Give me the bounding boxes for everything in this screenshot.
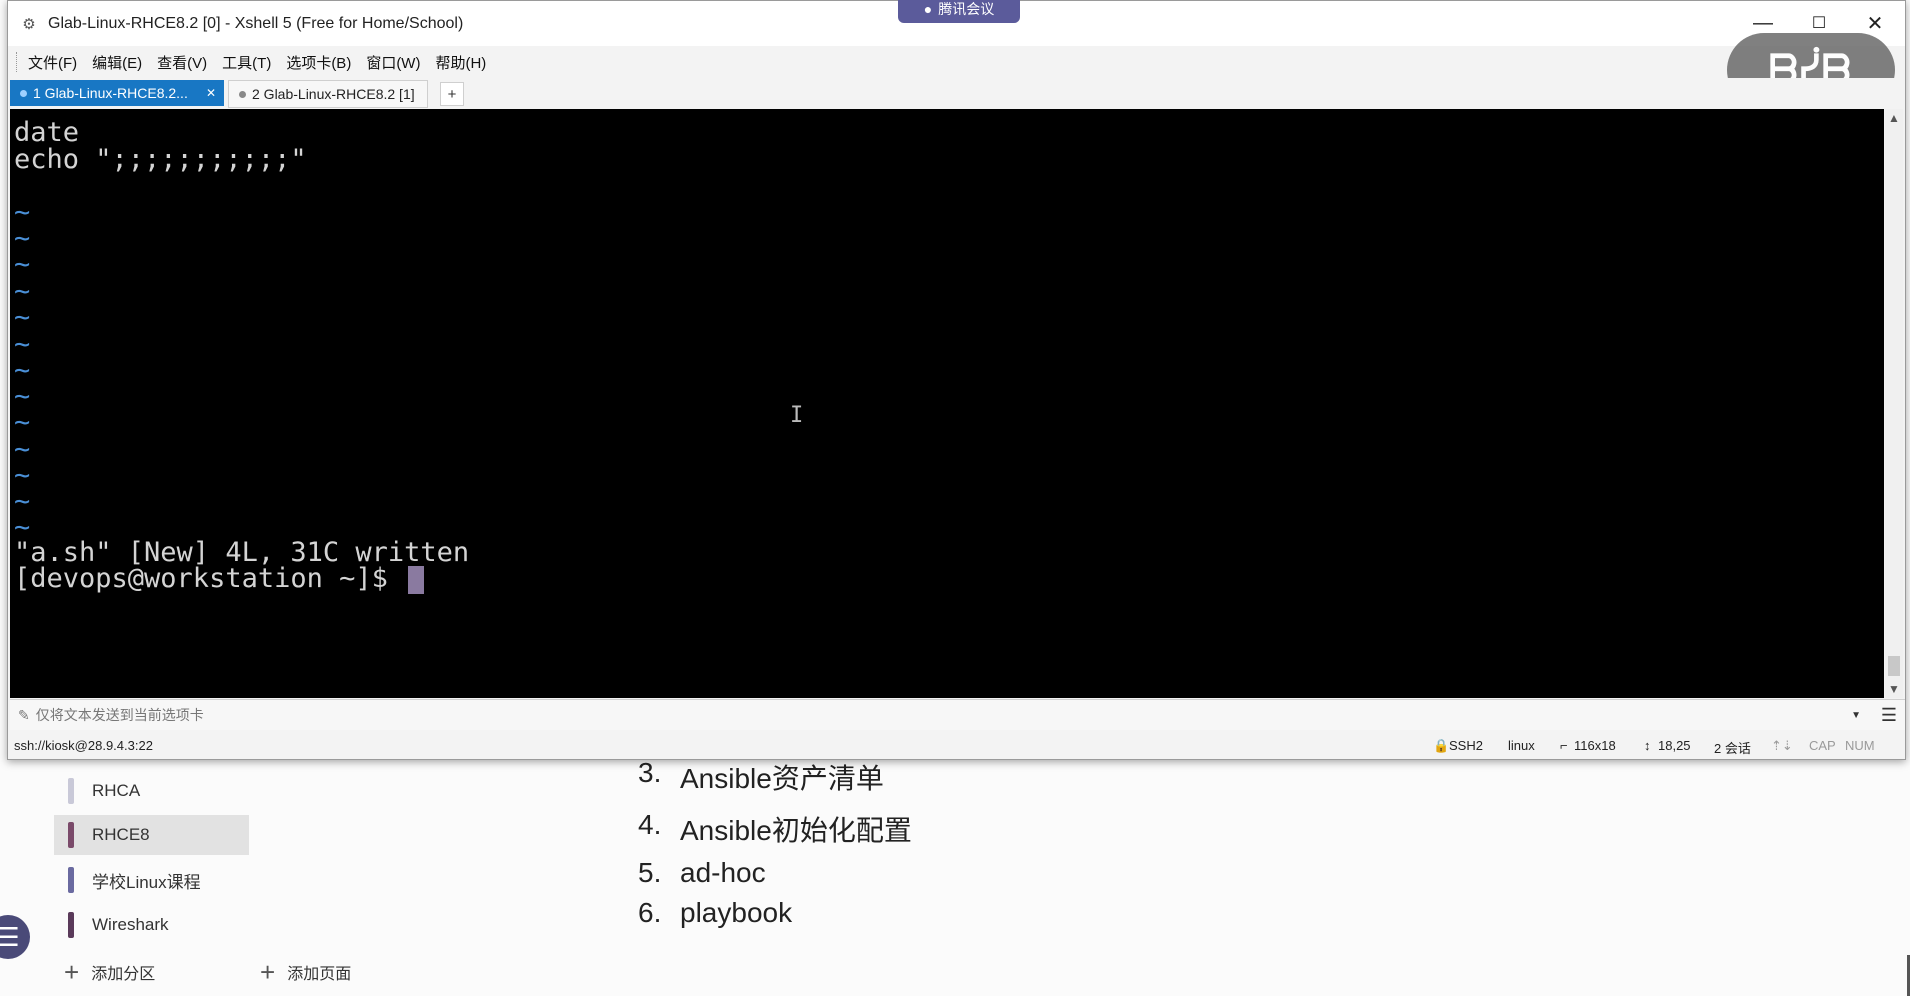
- cursor-icon: ↕: [1644, 738, 1651, 753]
- toc-number: 5.: [638, 857, 662, 888]
- menu-view[interactable]: 查看(V): [157, 52, 207, 73]
- tab-label: 2 Glab-Linux-RHCE8.2 [1]: [252, 86, 415, 102]
- section-rhce8[interactable]: RHCE8: [54, 815, 249, 855]
- toc-number: 3.: [638, 757, 662, 788]
- window-title: Glab-Linux-RHCE8.2 [0] - Xshell 5 (Free …: [48, 14, 464, 32]
- scrollbar-thumb[interactable]: [1888, 656, 1900, 676]
- terminal-type: linux: [1508, 738, 1535, 753]
- xshell-app-icon: ⚙: [22, 15, 36, 33]
- menu-tab[interactable]: 选项卡(B): [286, 52, 351, 73]
- terminal-size: 116x18: [1574, 738, 1616, 753]
- menu-file[interactable]: 文件(F): [28, 52, 77, 73]
- new-tab-button[interactable]: +: [440, 82, 464, 106]
- plus-icon: +: [260, 957, 276, 987]
- lock-icon: 🔒: [1433, 738, 1450, 753]
- toc-number: 4.: [638, 809, 662, 840]
- session-status-icon: [239, 90, 246, 98]
- toc-item: 5. ad-hoc: [638, 857, 766, 889]
- caps-lock-indicator: CAP: [1809, 738, 1836, 753]
- navigation-menu-icon[interactable]: ☰: [0, 915, 30, 959]
- text-cursor: [408, 565, 425, 594]
- hamburger-menu-icon[interactable]: ☰: [1881, 705, 1897, 726]
- toc-item: 6. playbook: [638, 897, 792, 929]
- section-color-tab: [68, 867, 74, 893]
- compose-input[interactable]: 仅将文本发送到当前选项卡: [36, 705, 204, 725]
- toc-number: 6.: [638, 897, 662, 928]
- compose-send-icon: ✎: [18, 706, 30, 723]
- tab-bar: 1 Glab-Linux-RHCE8.2... ✕ 2 Glab-Linux-R…: [8, 78, 1905, 108]
- section-color-tab: [68, 778, 74, 804]
- resize-icon: ⌐: [1560, 738, 1568, 753]
- scroll-down-icon[interactable]: ▼: [1885, 682, 1903, 696]
- meeting-icon: ●: [923, 1, 933, 17]
- tab-session-2[interactable]: 2 Glab-Linux-RHCE8.2 [1]: [228, 80, 428, 108]
- shell-prompt-line: [devops@workstation ~]$: [14, 563, 425, 595]
- add-page-button[interactable]: + 添加页面: [260, 959, 351, 985]
- xshell-window: ⚙ Glab-Linux-RHCE8.2 [0] - Xshell 5 (Fre…: [7, 0, 1906, 760]
- meeting-label: 腾讯会议: [938, 1, 995, 17]
- menu-window[interactable]: 窗口(W): [366, 52, 420, 73]
- protocol-label: SSH2: [1449, 738, 1483, 753]
- section-label: RHCA: [92, 781, 141, 800]
- num-lock-indicator: NUM: [1845, 738, 1875, 753]
- scroll-up-icon[interactable]: ▲: [1885, 111, 1903, 125]
- menu-edit[interactable]: 编辑(E): [92, 52, 142, 73]
- terminal-line: echo ";;;;;;;;;;;": [14, 144, 307, 175]
- menu-help[interactable]: 帮助(H): [435, 52, 486, 73]
- shell-prompt: [devops@workstation ~]$: [14, 563, 388, 594]
- tab-session-1[interactable]: 1 Glab-Linux-RHCE8.2... ✕: [10, 80, 224, 106]
- plus-icon: +: [64, 957, 80, 987]
- status-bar: ssh://kiosk@28.9.4.3:22 🔒 SSH2 linux ⌐ 1…: [8, 731, 1905, 759]
- connection-string: ssh://kiosk@28.9.4.3:22: [14, 737, 153, 753]
- compose-bar[interactable]: ✎ 仅将文本发送到当前选项卡 ▼ ☰: [10, 699, 1905, 730]
- section-label: 学校Linux课程: [92, 872, 201, 892]
- add-page-label: 添加页面: [287, 966, 352, 983]
- toc-text: playbook: [680, 897, 793, 928]
- add-section-button[interactable]: + 添加分区: [64, 959, 155, 985]
- toc-item: 3. Ansible资产清单: [638, 757, 884, 797]
- section-label: RHCE8: [92, 825, 150, 844]
- session-count: 2 会话: [1714, 741, 1751, 756]
- toc-text: Ansible初始化配置: [680, 815, 912, 846]
- tab-close-icon[interactable]: ✕: [206, 86, 216, 100]
- section-school-linux[interactable]: 学校Linux课程: [54, 860, 249, 900]
- session-status-icon: [20, 89, 27, 97]
- terminal-scrollbar[interactable]: ▲ ▼: [1885, 109, 1903, 698]
- toc-text: ad-hoc: [680, 857, 766, 888]
- section-wireshark[interactable]: Wireshark: [54, 905, 249, 945]
- menu-bar: 文件(F) 编辑(E) 查看(V) 工具(T) 选项卡(B) 窗口(W) 帮助(…: [8, 46, 1905, 78]
- add-section-label: 添加分区: [91, 966, 156, 983]
- section-label: Wireshark: [92, 915, 169, 934]
- menu-tools[interactable]: 工具(T): [222, 52, 271, 73]
- section-color-tab: [68, 912, 74, 938]
- tab-label: 1 Glab-Linux-RHCE8.2...: [33, 85, 188, 101]
- toc-text: Ansible资产清单: [680, 763, 884, 794]
- toolbar-grip: [16, 52, 20, 72]
- terminal-area[interactable]: date echo ";;;;;;;;;;;" ~ ~ ~ ~ ~ ~ ~ ~ …: [10, 109, 1884, 698]
- ibeam-cursor-icon: I: [790, 403, 804, 428]
- section-rhca[interactable]: RHCA: [54, 771, 249, 811]
- transfer-arrows-icon: ⇡⇣: [1771, 738, 1793, 753]
- cursor-position: 18,25: [1658, 738, 1691, 753]
- section-color-tab: [68, 822, 74, 848]
- tencent-meeting-badge[interactable]: ● 腾讯会议: [898, 0, 1020, 23]
- toc-item: 4. Ansible初始化配置: [638, 809, 912, 849]
- chevron-down-icon[interactable]: ▼: [1851, 710, 1861, 721]
